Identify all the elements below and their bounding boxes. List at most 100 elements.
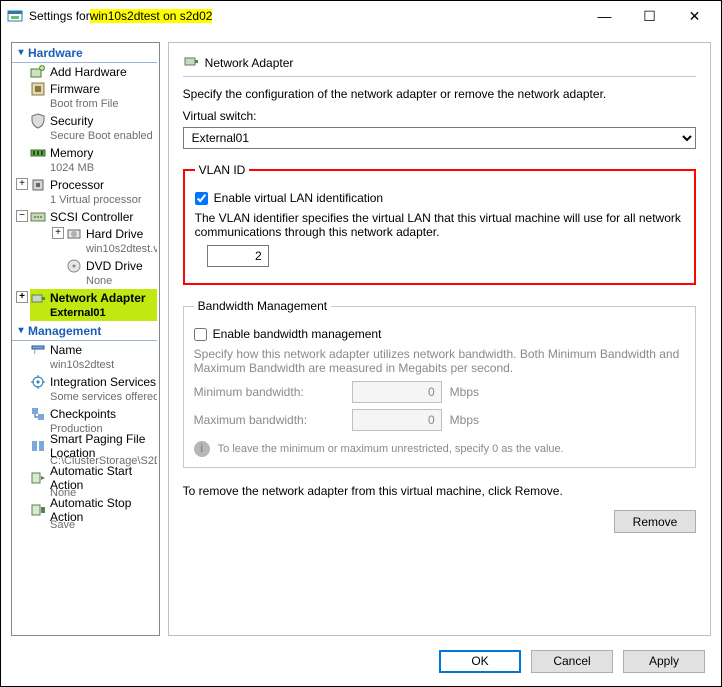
firmware-icon bbox=[30, 81, 46, 97]
node-sub: Some services offered bbox=[30, 390, 157, 405]
node-label: Automatic Stop Action bbox=[50, 496, 157, 524]
node-label: Automatic Start Action bbox=[50, 464, 157, 492]
window-icon bbox=[7, 8, 23, 24]
node-add-hardware[interactable]: Add Hardware bbox=[12, 63, 157, 80]
node-sub: win10s2dtest.vhdx bbox=[66, 242, 157, 257]
node-label: Network Adapter bbox=[50, 291, 146, 305]
processor-icon bbox=[30, 177, 46, 193]
remove-button[interactable]: Remove bbox=[614, 510, 696, 533]
paging-file-icon bbox=[30, 438, 46, 454]
memory-icon bbox=[30, 145, 46, 161]
expander-icon[interactable]: + bbox=[52, 227, 64, 239]
min-bandwidth-label: Minimum bandwidth: bbox=[194, 385, 344, 399]
bandwidth-enable-checkbox[interactable] bbox=[194, 328, 207, 341]
panel-title: Network Adapter bbox=[205, 56, 294, 70]
expander-icon[interactable]: − bbox=[16, 210, 28, 222]
bandwidth-info: To leave the minimum or maximum unrestri… bbox=[218, 443, 564, 455]
dvd-icon bbox=[66, 258, 82, 274]
node-hard-drive[interactable]: + Hard Drive win10s2dtest.vhdx bbox=[48, 225, 157, 257]
settings-tree[interactable]: ▾ Hardware Add Hardware Firmware Boot fr… bbox=[11, 42, 160, 636]
integration-icon bbox=[30, 374, 46, 390]
node-sub: 1 Virtual processor bbox=[30, 193, 157, 208]
min-bandwidth-input bbox=[352, 381, 442, 403]
shield-icon bbox=[30, 113, 46, 129]
bandwidth-desc: Specify how this network adapter utilize… bbox=[194, 347, 685, 375]
node-label: Security bbox=[50, 114, 93, 128]
maximize-button[interactable]: ☐ bbox=[627, 1, 672, 31]
close-button[interactable]: ✕ bbox=[672, 1, 717, 31]
vlan-group: VLAN ID Enable virtual LAN identificatio… bbox=[183, 163, 696, 285]
virtual-switch-select[interactable]: External01 bbox=[183, 127, 696, 149]
scsi-icon bbox=[30, 209, 46, 225]
svg-text:I: I bbox=[34, 350, 36, 356]
node-sub: 1024 MB bbox=[30, 161, 157, 176]
node-label: Firmware bbox=[50, 82, 100, 96]
max-bandwidth-input bbox=[352, 409, 442, 431]
node-processor[interactable]: + Processor 1 Virtual processor bbox=[12, 176, 157, 208]
node-auto-stop[interactable]: Automatic Stop Action Save bbox=[12, 501, 157, 533]
chevron-down-icon: ▾ bbox=[14, 325, 28, 336]
node-label: Processor bbox=[50, 178, 104, 192]
auto-stop-icon bbox=[30, 502, 46, 518]
info-icon: i bbox=[194, 441, 210, 457]
titlebar: Settings for win10s2dtest on s2d02 — ☐ ✕ bbox=[1, 1, 721, 31]
node-label: Integration Services bbox=[50, 375, 156, 389]
node-label: Hard Drive bbox=[86, 227, 143, 241]
cancel-button[interactable]: Cancel bbox=[531, 650, 613, 673]
network-adapter-icon bbox=[30, 290, 46, 306]
title-highlight: win10s2dtest on s2d02 bbox=[90, 9, 213, 23]
add-hardware-icon bbox=[30, 64, 46, 80]
max-bandwidth-unit: Mbps bbox=[450, 413, 479, 427]
auto-start-icon bbox=[30, 470, 46, 486]
node-name[interactable]: I Name win10s2dtest bbox=[12, 341, 157, 373]
dialog-buttons: OK Cancel Apply bbox=[1, 636, 721, 686]
hard-drive-icon bbox=[66, 226, 82, 242]
checkpoints-icon bbox=[30, 406, 46, 422]
apply-button[interactable]: Apply bbox=[623, 650, 705, 673]
vlan-enable-label: Enable virtual LAN identification bbox=[214, 191, 383, 205]
vlan-enable-checkbox[interactable] bbox=[195, 192, 208, 205]
node-sub: None bbox=[66, 274, 157, 289]
ok-button[interactable]: OK bbox=[439, 650, 521, 673]
panel-header: Network Adapter bbox=[183, 49, 696, 77]
vlan-id-input[interactable] bbox=[207, 245, 269, 267]
title-prefix: Settings for bbox=[29, 9, 90, 23]
panel-desc: Specify the configuration of the network… bbox=[183, 87, 696, 101]
name-icon: I bbox=[30, 342, 46, 358]
node-label: Name bbox=[50, 343, 82, 357]
category-hardware-label: Hardware bbox=[28, 46, 83, 60]
node-dvd-drive[interactable]: DVD Drive None bbox=[48, 257, 157, 289]
expander-icon[interactable]: + bbox=[16, 178, 28, 190]
node-sub: Secure Boot enabled bbox=[30, 129, 157, 144]
minimize-button[interactable]: — bbox=[582, 1, 627, 31]
node-sub: Boot from File bbox=[30, 97, 157, 112]
max-bandwidth-label: Maximum bandwidth: bbox=[194, 413, 344, 427]
node-firmware[interactable]: Firmware Boot from File bbox=[12, 80, 157, 112]
category-hardware[interactable]: ▾ Hardware bbox=[12, 43, 157, 63]
node-label: Checkpoints bbox=[50, 407, 116, 421]
bandwidth-legend: Bandwidth Management bbox=[194, 299, 331, 313]
node-integration-services[interactable]: Integration Services Some services offer… bbox=[12, 373, 157, 405]
chevron-down-icon: ▾ bbox=[14, 47, 28, 58]
virtual-switch-label: Virtual switch: bbox=[183, 109, 696, 123]
category-management[interactable]: ▾ Management bbox=[12, 321, 157, 341]
bandwidth-enable-label: Enable bandwidth management bbox=[213, 327, 382, 341]
node-sub: win10s2dtest bbox=[30, 358, 157, 373]
node-memory[interactable]: Memory 1024 MB bbox=[12, 144, 157, 176]
node-network-adapter[interactable]: + Network Adapter External01 bbox=[12, 289, 157, 321]
detail-panel: Network Adapter Specify the configuratio… bbox=[168, 42, 711, 636]
node-scsi[interactable]: − SCSI Controller + Hard Drive win10s2dt… bbox=[12, 208, 157, 289]
node-label: DVD Drive bbox=[86, 259, 143, 273]
expander-icon[interactable]: + bbox=[16, 291, 28, 303]
node-label: Smart Paging File Location bbox=[50, 432, 157, 460]
node-security[interactable]: Security Secure Boot enabled bbox=[12, 112, 157, 144]
node-sub: External01 bbox=[30, 306, 157, 321]
bandwidth-group: Bandwidth Management Enable bandwidth ma… bbox=[183, 299, 696, 468]
network-adapter-icon bbox=[183, 53, 199, 72]
min-bandwidth-unit: Mbps bbox=[450, 385, 479, 399]
vlan-legend: VLAN ID bbox=[195, 163, 250, 177]
category-management-label: Management bbox=[28, 324, 101, 338]
remove-desc: To remove the network adapter from this … bbox=[183, 484, 696, 498]
node-label: Add Hardware bbox=[50, 65, 127, 79]
node-label: SCSI Controller bbox=[50, 210, 133, 224]
